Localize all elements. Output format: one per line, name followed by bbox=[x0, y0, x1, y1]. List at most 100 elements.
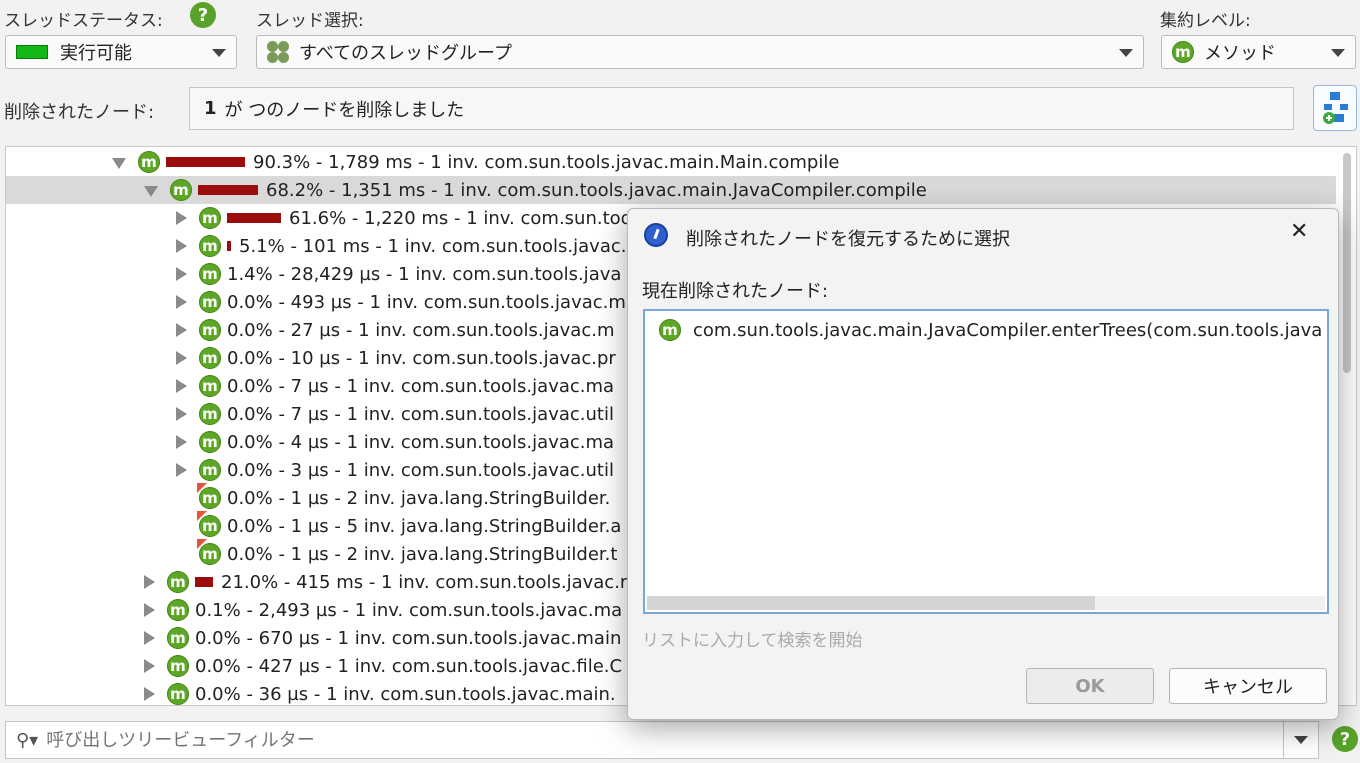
removed-nodes-list[interactable]: m com.sun.tools.javac.main.JavaCompiler.… bbox=[643, 309, 1329, 614]
collapsed-triangle-icon[interactable] bbox=[176, 379, 187, 393]
chevron-down-icon bbox=[1331, 49, 1345, 57]
collapsed-triangle-icon[interactable] bbox=[176, 267, 187, 281]
tree-row[interactable]: m 68.2% - 1,351 ms - 1 inv. com.sun.tools… bbox=[6, 176, 1336, 204]
tree-row-text: 0.0% - 7 µs - 1 inv. com.sun.tools.javac… bbox=[227, 375, 615, 397]
expanded-triangle-icon[interactable] bbox=[112, 157, 126, 169]
thread-status-dropdown[interactable]: 実行可能 bbox=[5, 35, 237, 69]
tree-row-text: 0.0% - 493 µs - 1 inv. com.sun.tools.jav… bbox=[227, 291, 626, 313]
collapsed-triangle-icon[interactable] bbox=[144, 603, 155, 617]
list-item[interactable]: m com.sun.tools.javac.main.JavaCompiler.… bbox=[659, 319, 1325, 341]
method-icon: m bbox=[199, 515, 221, 537]
percentage-bar bbox=[198, 185, 258, 195]
collapsed-triangle-icon[interactable] bbox=[176, 211, 187, 225]
collapsed-triangle-icon[interactable] bbox=[176, 295, 187, 309]
percentage-bar bbox=[227, 241, 231, 251]
tree-filter-input[interactable] bbox=[44, 728, 1249, 752]
removed-nodes-text: が つのノードを削除しました bbox=[224, 99, 465, 121]
tree-row-text: 0.0% - 1 µs - 2 inv. java.lang.StringBui… bbox=[227, 487, 611, 509]
collapsed-triangle-icon[interactable] bbox=[176, 407, 187, 421]
tree-row-text: 0.0% - 36 µs - 1 inv. com.sun.tools.java… bbox=[195, 683, 616, 705]
tree-row-text: 61.6% - 1,220 ms - 1 inv. com.sun.too bbox=[289, 207, 632, 229]
method-icon: m bbox=[199, 207, 221, 229]
tree-filter-field[interactable]: ⚲▾ bbox=[5, 721, 1319, 759]
dialog-list-label: 現在削除されたノード: bbox=[642, 281, 829, 302]
ok-button[interactable]: OK bbox=[1026, 668, 1154, 704]
tree-row-text: 0.0% - 427 µs - 1 inv. com.sun.tools.jav… bbox=[195, 655, 623, 677]
collapsed-triangle-icon[interactable] bbox=[176, 351, 187, 365]
tree-row-text: 1.4% - 28,429 µs - 1 inv. com.sun.tools.… bbox=[227, 263, 622, 285]
tree-row-text: 5.1% - 101 ms - 1 inv. com.sun.tools.jav… bbox=[239, 235, 627, 257]
removed-nodes-count: 1 bbox=[204, 98, 217, 119]
collapsed-triangle-icon[interactable] bbox=[176, 435, 187, 449]
method-icon: m bbox=[199, 543, 221, 565]
method-icon: m bbox=[199, 459, 221, 481]
thread-select-dropdown[interactable]: すべてのスレッドグループ bbox=[256, 35, 1144, 69]
method-icon: m bbox=[199, 263, 221, 285]
method-icon: m bbox=[199, 347, 221, 369]
method-icon: m bbox=[199, 431, 221, 453]
horizontal-scrollbar[interactable] bbox=[647, 596, 1325, 610]
tree-row-text: 0.0% - 27 µs - 1 inv. com.sun.tools.java… bbox=[227, 319, 615, 341]
method-icon: m bbox=[1172, 41, 1194, 63]
method-icon: m bbox=[199, 319, 221, 341]
thread-status-value: 実行可能 bbox=[60, 43, 132, 64]
removed-nodes-label: 削除されたノード: bbox=[4, 102, 155, 123]
thread-select-label: スレッド選択: bbox=[256, 11, 364, 31]
method-icon: m bbox=[199, 487, 221, 509]
filter-history-button[interactable] bbox=[1283, 722, 1318, 758]
aggregation-level-value: メソッド bbox=[1204, 43, 1276, 64]
method-icon: m bbox=[167, 683, 189, 705]
collapsed-triangle-icon[interactable] bbox=[144, 575, 155, 589]
method-icon: m bbox=[167, 627, 189, 649]
collapsed-triangle-icon[interactable] bbox=[176, 323, 187, 337]
tree-row-text: 0.0% - 7 µs - 1 inv. com.sun.tools.javac… bbox=[227, 403, 614, 425]
tree-scrollbar[interactable] bbox=[1340, 149, 1354, 699]
tree-row-text: 0.0% - 670 µs - 1 inv. com.sun.tools.jav… bbox=[195, 627, 622, 649]
help-icon[interactable]: ? bbox=[190, 2, 216, 28]
tree-row-text: 0.0% - 4 µs - 1 inv. com.sun.tools.javac… bbox=[227, 431, 615, 453]
method-icon: m bbox=[170, 179, 192, 201]
tree-row-text: 21.0% - 415 ms - 1 inv. com.sun.tools.ja… bbox=[221, 571, 628, 593]
cancel-button[interactable]: キャンセル bbox=[1169, 668, 1327, 704]
tree-row-text: 0.0% - 1 µs - 5 inv. java.lang.StringBui… bbox=[227, 515, 622, 537]
collapsed-triangle-icon[interactable] bbox=[176, 463, 187, 477]
tree-row-text: 0.0% - 1 µs - 2 inv. java.lang.StringBui… bbox=[227, 543, 618, 565]
collapsed-triangle-icon[interactable] bbox=[176, 239, 187, 253]
tree-row-text: 90.3% - 1,789 ms - 1 inv. com.sun.tools.… bbox=[253, 151, 840, 173]
thread-select-value: すべてのスレッドグループ bbox=[299, 43, 512, 64]
removed-nodes-link[interactable]: 1 が つのノードを削除しました bbox=[189, 87, 1294, 130]
method-icon: m bbox=[138, 151, 160, 173]
method-icon: m bbox=[167, 571, 189, 593]
method-icon: m bbox=[199, 291, 221, 313]
tree-row-text: 0.1% - 2,493 µs - 1 inv. com.sun.tools.j… bbox=[195, 599, 623, 621]
runnable-status-icon bbox=[16, 45, 48, 59]
search-icon: ⚲▾ bbox=[16, 729, 39, 751]
collapsed-triangle-icon[interactable] bbox=[144, 687, 155, 701]
method-icon: m bbox=[199, 375, 221, 397]
tree-row-text: 0.0% - 3 µs - 1 inv. com.sun.tools.javac… bbox=[227, 459, 614, 481]
tree-restore-icon bbox=[1323, 92, 1348, 124]
method-icon: m bbox=[167, 655, 189, 677]
method-icon: m bbox=[659, 319, 681, 341]
expanded-triangle-icon[interactable] bbox=[144, 185, 158, 197]
dialog-app-icon bbox=[644, 223, 668, 247]
method-icon: m bbox=[199, 235, 221, 257]
aggregation-level-label: 集約レベル: bbox=[1160, 11, 1251, 31]
thread-status-label: スレッドステータス: bbox=[4, 11, 163, 31]
chevron-down-icon bbox=[1119, 49, 1133, 57]
collapsed-triangle-icon[interactable] bbox=[144, 631, 155, 645]
chevron-down-icon bbox=[212, 49, 226, 57]
method-icon: m bbox=[167, 599, 189, 621]
method-icon: m bbox=[199, 403, 221, 425]
tree-row-text: 68.2% - 1,351 ms - 1 inv. com.sun.tools.… bbox=[266, 179, 927, 201]
aggregation-level-dropdown[interactable]: m メソッド bbox=[1161, 35, 1356, 69]
tree-row[interactable]: m 90.3% - 1,789 ms - 1 inv. com.sun.tools… bbox=[6, 148, 1336, 176]
dialog-title: 削除されたノードを復元するために選択 bbox=[686, 229, 1010, 250]
list-item-text: com.sun.tools.javac.main.JavaCompiler.en… bbox=[693, 319, 1323, 341]
close-icon[interactable]: ✕ bbox=[1290, 219, 1308, 244]
thread-group-icon bbox=[267, 41, 289, 63]
percentage-bar bbox=[166, 157, 245, 167]
collapsed-triangle-icon[interactable] bbox=[144, 659, 155, 673]
restore-nodes-button[interactable] bbox=[1313, 85, 1357, 131]
filter-help-icon[interactable]: ? bbox=[1332, 726, 1358, 752]
